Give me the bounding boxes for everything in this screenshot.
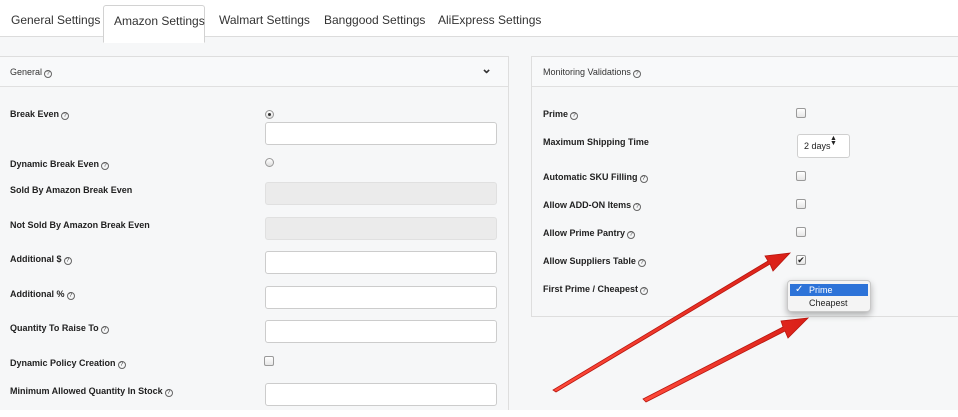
first-prime-label: First Prime / Cheapest? — [543, 284, 649, 295]
help-icon[interactable]: ? — [61, 112, 70, 120]
help-icon[interactable]: ? — [639, 175, 648, 183]
monitoring-panel-title: Monitoring Validations? — [543, 67, 641, 78]
help-icon[interactable]: ? — [632, 70, 641, 78]
addon-checkbox[interactable] — [796, 199, 806, 209]
dynamic-policy-checkbox[interactable] — [264, 356, 274, 366]
help-icon[interactable]: ? — [164, 389, 173, 397]
help-icon[interactable]: ? — [633, 203, 642, 211]
not-sold-by-amazon-label: Not Sold By Amazon Break Even — [10, 220, 150, 230]
help-icon[interactable]: ? — [44, 70, 53, 78]
general-panel-header[interactable]: General? ⌄ — [0, 57, 508, 87]
additional-dollar-label: Additional $? — [10, 254, 72, 265]
monitoring-panel: Monitoring Validations? — [531, 56, 958, 317]
help-icon[interactable]: ? — [101, 162, 110, 170]
additional-percent-input[interactable] — [265, 286, 497, 309]
min-quantity-label: Minimum Allowed Quantity In Stock? — [10, 386, 173, 397]
addon-label: Allow ADD-ON Items? — [543, 200, 642, 211]
break-even-radio[interactable] — [265, 110, 274, 119]
sold-by-amazon-label: Sold By Amazon Break Even — [10, 185, 133, 195]
suppliers-label: Allow Suppliers Table? — [543, 256, 646, 267]
monitoring-panel-header: Monitoring Validations? — [532, 57, 958, 87]
help-icon[interactable]: ? — [570, 112, 579, 120]
help-icon[interactable]: ? — [66, 292, 75, 300]
tab-aliexpress-settings[interactable]: AliExpress Settings — [428, 0, 551, 37]
prime-checkbox[interactable] — [796, 108, 806, 118]
help-icon[interactable]: ? — [640, 287, 649, 295]
tab-general-settings[interactable]: General Settings — [1, 0, 110, 37]
help-icon[interactable]: ? — [100, 326, 109, 334]
dropdown-option-cheapest[interactable]: Cheapest — [790, 297, 868, 309]
max-shipping-label: Maximum Shipping Time — [543, 137, 649, 147]
quantity-to-raise-input[interactable] — [265, 320, 497, 343]
suppliers-checkbox[interactable]: ✔ — [796, 255, 806, 265]
sold-by-amazon-input — [265, 182, 497, 205]
chevron-down-icon[interactable]: ⌄ — [481, 61, 492, 77]
dynamic-policy-label: Dynamic Policy Creation? — [10, 358, 126, 369]
tab-banggood-settings[interactable]: Banggood Settings — [314, 0, 435, 37]
check-icon: ✔ — [797, 255, 805, 265]
first-prime-dropdown[interactable]: ✓ Prime Cheapest — [787, 280, 871, 312]
dynamic-break-even-radio[interactable] — [265, 158, 274, 167]
additional-percent-label: Additional %? — [10, 289, 75, 300]
checkmark-icon: ✓ — [795, 284, 804, 295]
auto-sku-checkbox[interactable] — [796, 171, 806, 181]
pantry-checkbox[interactable] — [796, 227, 806, 237]
red-arrow-icon — [642, 317, 810, 403]
general-panel-title: General? — [10, 67, 53, 78]
help-icon[interactable]: ? — [117, 361, 126, 369]
tab-bar: General Settings Amazon Settings Walmart… — [0, 0, 958, 43]
max-shipping-select[interactable]: 2 days ▲▼ — [797, 134, 850, 158]
break-even-input[interactable] — [265, 122, 497, 145]
dynamic-break-even-label: Dynamic Break Even? — [10, 159, 110, 170]
additional-dollar-input[interactable] — [265, 251, 497, 274]
auto-sku-label: Automatic SKU Filling? — [543, 172, 648, 183]
help-icon[interactable]: ? — [63, 257, 72, 265]
select-arrows-icon: ▲▼ — [830, 135, 837, 145]
tab-walmart-settings[interactable]: Walmart Settings — [209, 0, 320, 37]
tab-amazon-settings[interactable]: Amazon Settings — [103, 5, 205, 43]
page-bottom — [0, 410, 958, 417]
prime-label: Prime? — [543, 109, 579, 120]
min-quantity-input[interactable] — [265, 383, 497, 406]
help-icon[interactable]: ? — [627, 231, 636, 239]
pantry-label: Allow Prime Pantry? — [543, 228, 636, 239]
not-sold-by-amazon-input — [265, 217, 497, 240]
help-icon[interactable]: ? — [637, 259, 646, 267]
dropdown-option-prime[interactable]: ✓ Prime — [790, 284, 868, 296]
break-even-label: Break Even? — [10, 109, 70, 120]
quantity-to-raise-label: Quantity To Raise To? — [10, 323, 109, 334]
